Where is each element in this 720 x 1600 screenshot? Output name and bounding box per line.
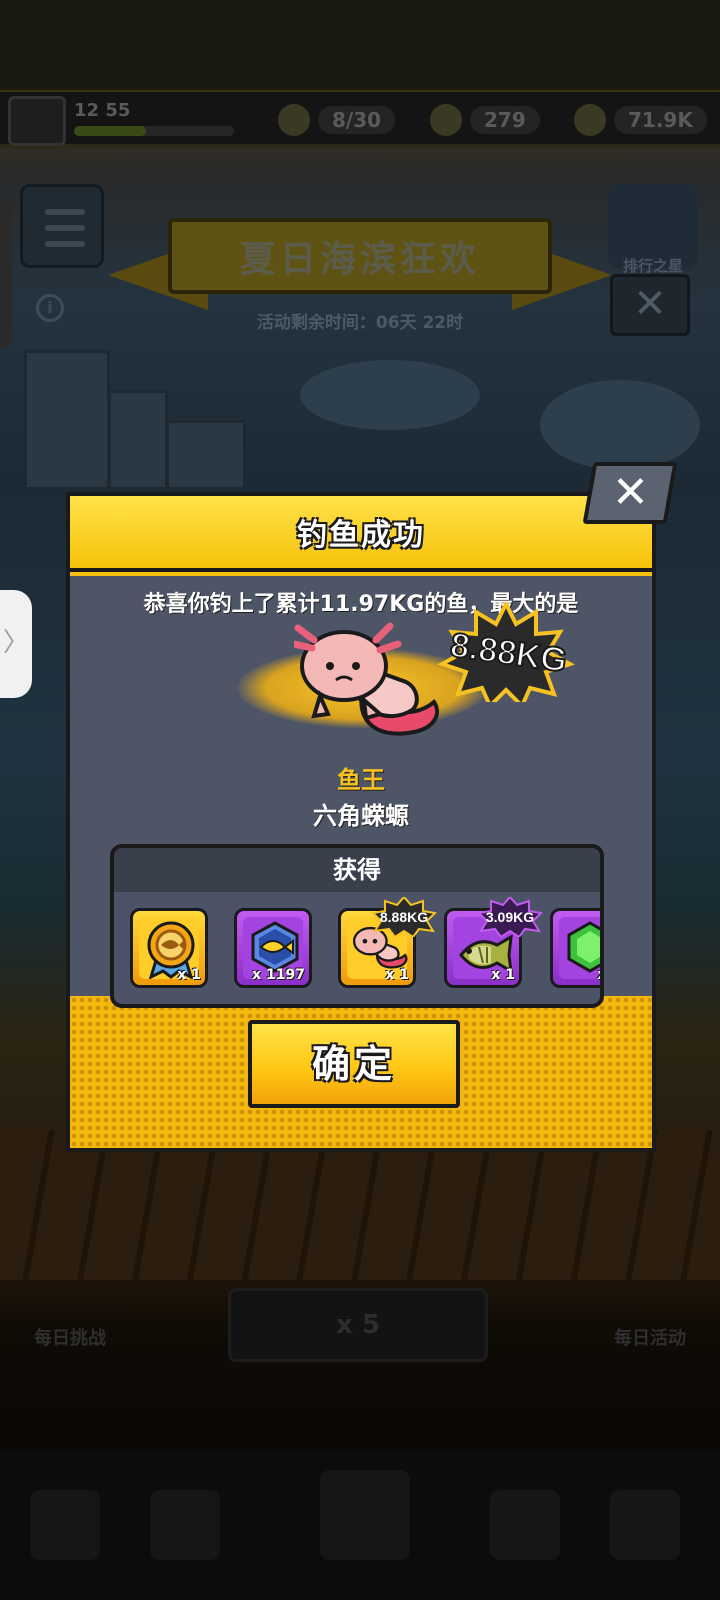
svg-text:3.09KG: 3.09KG xyxy=(486,909,534,925)
svg-text:8.88KG: 8.88KG xyxy=(380,909,428,925)
weight-tag: 8.88KG xyxy=(371,897,437,937)
reward-qty: x 1 xyxy=(385,967,409,983)
daily-event-label[interactable]: 每日活动 xyxy=(614,1324,686,1350)
edge-drawer-handle[interactable]: 〉 xyxy=(0,590,32,698)
rewards-list: x 1 x 1197 8.88KG x 1 3.09KG x 1 xyxy=(114,892,600,1004)
gem-counter[interactable]: 279 xyxy=(430,100,540,140)
dialog-title: 钓鱼成功 xyxy=(70,496,652,572)
reward-qty: x 1 xyxy=(597,967,600,983)
rewards-title: 获得 xyxy=(114,848,600,892)
xp-bar xyxy=(74,126,234,136)
menu-button[interactable] xyxy=(20,184,104,268)
reward-qty: x 1197 xyxy=(252,967,305,983)
reward-qty: x 1 xyxy=(177,967,201,983)
player-avatar[interactable] xyxy=(8,96,66,146)
close-icon: ✕ xyxy=(611,467,649,518)
confirm-button[interactable]: 确定 xyxy=(248,1020,460,1108)
event-banner: 夏日海滨狂欢 xyxy=(108,218,612,310)
gem-icon xyxy=(430,104,462,136)
reward-item[interactable]: x 1 xyxy=(550,908,600,988)
reward-item[interactable]: x 1 xyxy=(130,908,208,988)
fishing-result-dialog: 钓鱼成功 恭喜你钓上了累计11.97KG的鱼，最大的是 8.88KG 鱼王 六角… xyxy=(66,492,656,1152)
player-level: 12 55 xyxy=(74,100,131,121)
fish-king-label: 鱼王 xyxy=(337,766,385,794)
cast-button[interactable]: x 5 xyxy=(228,1288,488,1362)
reward-item[interactable]: 8.88KG x 1 xyxy=(338,897,437,988)
axolotl-icon xyxy=(294,622,440,736)
fish-name: 六角蝾螈 xyxy=(313,802,409,830)
reward-item[interactable]: x 1197 xyxy=(234,908,312,988)
max-weight-badge: 8.88KG xyxy=(437,602,575,702)
weight-tag: 3.09KG xyxy=(477,897,543,937)
coin-icon xyxy=(574,104,606,136)
reward-qty: x 1 xyxy=(491,967,515,983)
nav-rod-icon[interactable] xyxy=(610,1490,680,1560)
rank-label: 排行之星 xyxy=(622,257,683,275)
rewards-panel: 获得 x 1 x 1197 8.88KG x 1 3.09KG x 1 xyxy=(110,844,604,1008)
coin-counter[interactable]: 71.9K xyxy=(574,100,707,140)
wooden-deck xyxy=(0,1130,720,1280)
energy-icon xyxy=(278,104,310,136)
rank-button[interactable]: 排行之星 xyxy=(608,184,698,275)
resource-bar: 12 55 8/30 279 71.9K xyxy=(0,92,720,148)
daily-challenge-label[interactable]: 每日挑战 xyxy=(34,1324,106,1350)
nav-fish-icon[interactable] xyxy=(320,1470,410,1560)
event-close-button[interactable]: ✕ xyxy=(610,274,690,336)
bottom-nav xyxy=(0,1450,720,1600)
event-title: 夏日海滨狂欢 xyxy=(168,218,552,294)
reward-item[interactable]: 3.09KG x 1 xyxy=(444,897,543,988)
nav-gear-icon[interactable] xyxy=(490,1490,560,1560)
nav-bag-icon[interactable] xyxy=(150,1490,220,1560)
energy-counter[interactable]: 8/30 xyxy=(278,100,396,140)
nav-shop-icon[interactable] xyxy=(30,1490,100,1560)
dialog-close-button[interactable]: ✕ xyxy=(582,462,678,524)
